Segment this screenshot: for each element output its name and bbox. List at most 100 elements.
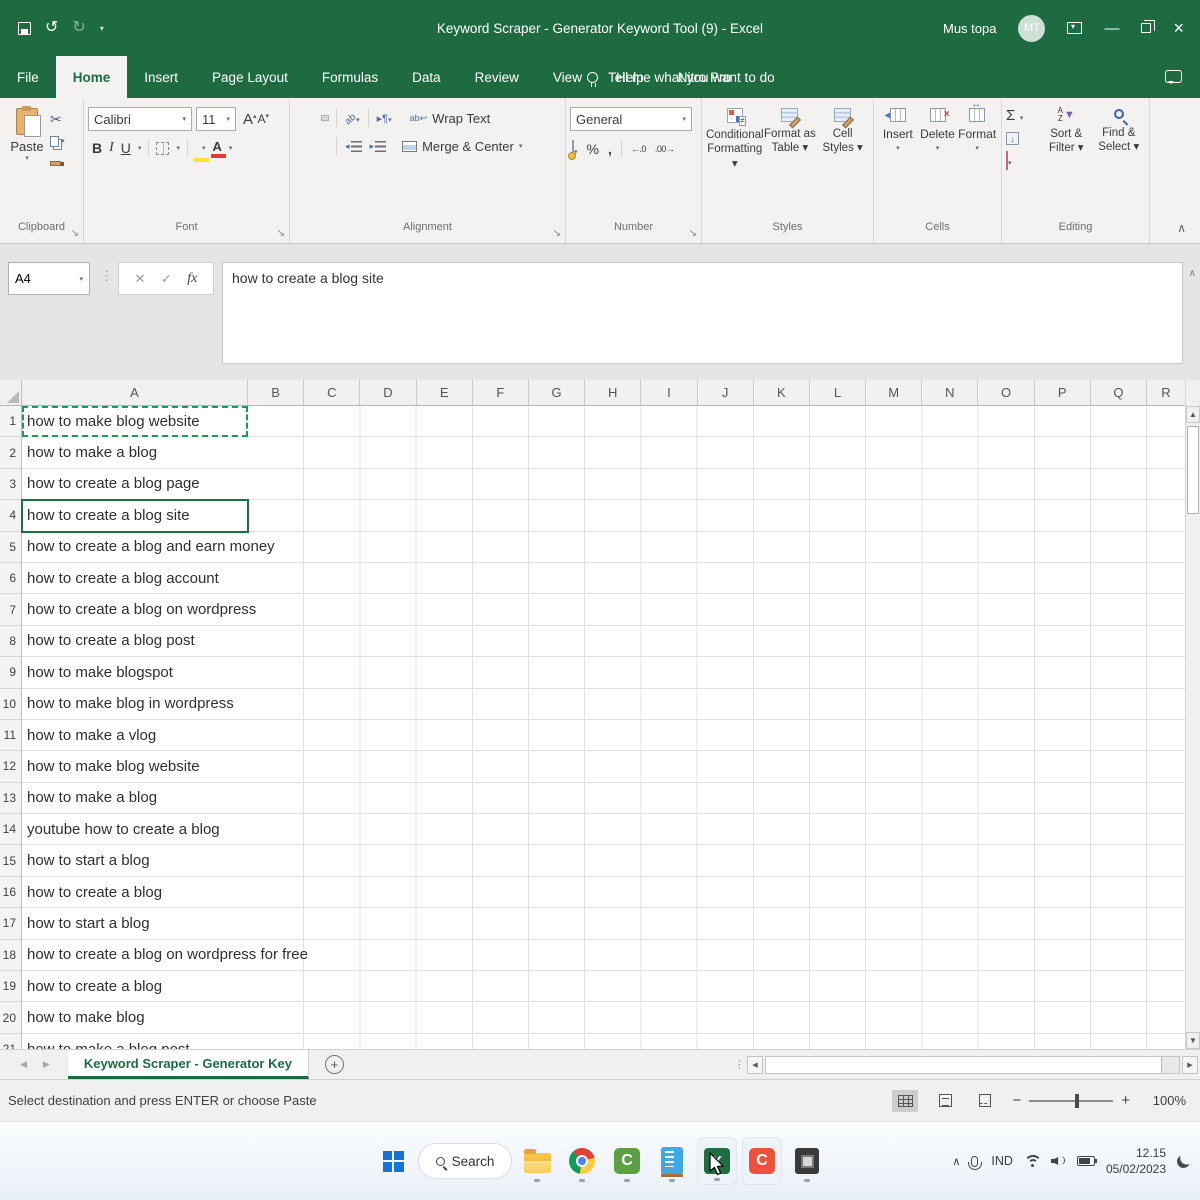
empty-cells[interactable] <box>248 783 1200 814</box>
sheet-tab[interactable]: Keyword Scraper - Generator Key <box>68 1050 309 1079</box>
scroll-up-icon[interactable]: ▲ <box>1186 406 1200 423</box>
formula-input[interactable]: how to create a blog site <box>222 262 1183 364</box>
row-number[interactable]: 6 <box>0 563 22 594</box>
empty-cells[interactable] <box>248 1034 1200 1049</box>
new-sheet-button[interactable]: + <box>325 1055 344 1074</box>
cell-keyword[interactable]: how to create a blog and earn money <box>22 532 248 563</box>
ribbon-tab[interactable]: Review <box>458 56 536 98</box>
ribbon-tab[interactable]: Page Layout <box>195 56 305 98</box>
page-layout-view-button[interactable] <box>932 1090 958 1112</box>
column-header[interactable]: O <box>978 380 1034 406</box>
cell-keyword[interactable]: how to make a blog post <box>22 1034 248 1049</box>
decrease-decimal-button[interactable]: .00→ <box>655 144 675 154</box>
collapse-formula-bar-icon[interactable]: ∧ <box>1189 268 1196 279</box>
top-align-button[interactable] <box>294 116 300 120</box>
italic-button[interactable]: I <box>109 140 114 156</box>
zoom-slider-thumb[interactable] <box>1075 1094 1079 1108</box>
column-header[interactable]: A <box>22 380 248 406</box>
scroll-left-icon[interactable]: ◀ <box>747 1056 763 1074</box>
insert-cells-button[interactable]: ◂ Insert▾ <box>878 105 918 221</box>
cell-keyword[interactable]: how to start a blog <box>22 908 248 939</box>
clock[interactable]: 12.15 05/02/2023 <box>1106 1145 1166 1177</box>
column-header[interactable]: N <box>922 380 978 406</box>
column-header[interactable]: J <box>698 380 754 406</box>
empty-cells[interactable] <box>248 594 1200 625</box>
row-number[interactable]: 13 <box>0 783 22 814</box>
column-header[interactable]: M <box>866 380 922 406</box>
cell-keyword[interactable]: how to make blog website <box>22 751 248 782</box>
align-right-button[interactable] <box>322 144 328 148</box>
column-header[interactable]: E <box>417 380 473 406</box>
avatar[interactable]: MT <box>1018 15 1045 42</box>
cell-keyword[interactable]: how to make blog in wordpress <box>22 689 248 720</box>
grow-font-button[interactable]: A▴ <box>243 111 257 128</box>
borders-button[interactable] <box>156 142 169 155</box>
cell-keyword[interactable]: how to create a blog on wordpress for fr… <box>22 940 248 971</box>
wifi-icon[interactable] <box>1024 1155 1040 1167</box>
battery-icon[interactable] <box>1077 1156 1095 1166</box>
page-break-view-button[interactable] <box>972 1090 998 1112</box>
middle-align-button[interactable] <box>308 116 314 120</box>
account-name[interactable]: Mus topa <box>943 21 996 36</box>
cell-keyword[interactable]: how to create a blog on wordpress <box>22 594 248 625</box>
ribbon-tab[interactable]: Formulas <box>305 56 395 98</box>
font-dialog-launcher[interactable]: ↘ <box>277 229 285 239</box>
ribbon-tab[interactable]: Home <box>56 56 128 98</box>
cell-keyword[interactable]: how to make blogspot <box>22 657 248 688</box>
column-header[interactable]: P <box>1035 380 1091 406</box>
empty-cells[interactable] <box>248 689 1200 720</box>
row-number[interactable]: 16 <box>0 877 22 908</box>
minimize-button[interactable]: — <box>1104 21 1119 36</box>
media-app-button[interactable] <box>787 1137 827 1185</box>
ribbon-tab[interactable]: Data <box>395 56 458 98</box>
horizontal-scrollbar[interactable]: ◀ ▶ <box>745 1050 1200 1079</box>
font-name-select[interactable]: Calibri▾ <box>88 107 192 131</box>
ribbon-tab[interactable]: File <box>0 56 56 98</box>
wrap-text-button[interactable]: ab↩ Wrap Text <box>410 111 491 126</box>
percent-style-button[interactable]: % <box>587 141 599 157</box>
column-header[interactable]: F <box>473 380 529 406</box>
increase-indent-button[interactable]: ▸ <box>370 141 387 152</box>
empty-cells[interactable] <box>248 751 1200 782</box>
row-number[interactable]: 8 <box>0 626 22 657</box>
column-header[interactable]: I <box>641 380 697 406</box>
row-number[interactable]: 5 <box>0 532 22 563</box>
font-color-button[interactable]: A <box>212 140 221 153</box>
underline-button[interactable]: U <box>121 140 131 156</box>
copy-button[interactable]: ▾ <box>50 133 65 149</box>
scroll-down-icon[interactable]: ▼ <box>1186 1032 1200 1049</box>
empty-cells[interactable] <box>248 657 1200 688</box>
cancel-icon[interactable]: ✕ <box>135 271 146 287</box>
zoom-level[interactable]: 100% <box>1144 1093 1186 1108</box>
row-number[interactable]: 19 <box>0 971 22 1002</box>
empty-cells[interactable] <box>248 500 1200 531</box>
column-header[interactable]: C <box>304 380 360 406</box>
format-cells-button[interactable]: ↔ Format▾ <box>957 105 997 221</box>
ribbon-tab[interactable]: Insert <box>127 56 195 98</box>
text-direction-button[interactable]: ▸¶▾ <box>377 109 392 127</box>
empty-cells[interactable] <box>248 532 1200 563</box>
ribbon-display-options-icon[interactable] <box>1067 22 1082 34</box>
row-number[interactable]: 12 <box>0 751 22 782</box>
clipboard-dialog-launcher[interactable]: ↘ <box>71 229 79 239</box>
number-format-select[interactable]: General▾ <box>570 107 692 131</box>
camtasia-recorder-button[interactable]: C <box>742 1137 782 1185</box>
normal-view-button[interactable] <box>892 1090 918 1112</box>
increase-decimal-button[interactable]: ←.0 <box>631 144 646 154</box>
column-header[interactable]: G <box>529 380 585 406</box>
focus-assist-icon[interactable] <box>1176 1153 1192 1169</box>
row-number[interactable]: 18 <box>0 940 22 971</box>
format-as-table-button[interactable]: Format as Table ▾ <box>764 105 817 221</box>
row-number[interactable]: 7 <box>0 594 22 625</box>
row-number[interactable]: 15 <box>0 845 22 876</box>
start-button[interactable] <box>373 1137 413 1185</box>
bottom-align-button[interactable] <box>322 116 328 120</box>
alignment-dialog-launcher[interactable]: ↘ <box>553 229 561 239</box>
tab-scroll-splitter[interactable]: ⋮ <box>734 1050 745 1079</box>
name-box[interactable]: A4 ▾ <box>8 262 90 295</box>
conditional-formatting-button[interactable]: Conditional Formatting ▾ <box>706 105 764 221</box>
empty-cells[interactable] <box>248 406 1200 437</box>
select-all-button[interactable] <box>0 380 22 406</box>
row-number[interactable]: 1 <box>0 406 22 437</box>
column-header[interactable]: L <box>810 380 866 406</box>
